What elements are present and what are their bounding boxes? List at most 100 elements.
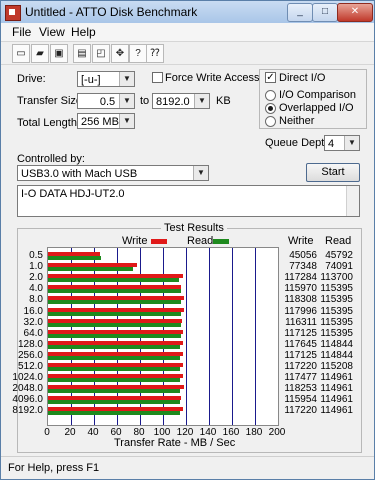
x-tick-label: 180: [245, 427, 263, 438]
x-tick-label: 0: [44, 427, 50, 438]
new-file-icon[interactable]: ▭: [12, 44, 30, 63]
read-bar: [48, 389, 180, 394]
transfer-size-label: 1024.0: [12, 372, 43, 384]
window-title: Untitled - ATTO Disk Benchmark: [25, 5, 198, 19]
controlled-by-select[interactable]: USB3.0 with Mach USB ▼: [17, 165, 209, 181]
write-value: 118308: [284, 294, 317, 306]
transfer-size-label: 2048.0: [12, 383, 43, 395]
chevron-down-icon: ▼: [119, 114, 134, 128]
app-icon: [5, 5, 21, 21]
chevron-down-icon: ▼: [119, 72, 134, 86]
context-help-icon[interactable]: ⁇: [146, 44, 164, 63]
transfer-from-value: 0.5: [99, 96, 116, 108]
transfer-size-label: 0.5: [29, 250, 43, 261]
read-bar: [48, 267, 133, 272]
status-bar: For Help, press F1: [1, 456, 374, 479]
menu-file[interactable]: File: [12, 25, 31, 39]
queue-depth-select[interactable]: 4 ▼: [324, 135, 360, 151]
total-length-value: 256 MB: [81, 116, 119, 128]
read-bar: [48, 278, 179, 283]
read-value: 114961: [320, 405, 353, 417]
test-results-title: Test Results: [161, 222, 227, 234]
read-column-header: Read: [325, 235, 352, 247]
controlled-by-value: USB3.0 with Mach USB: [21, 168, 138, 180]
print-preview-icon[interactable]: ◰: [92, 44, 110, 63]
read-bar: [48, 300, 181, 305]
maximize-button[interactable]: □: [312, 3, 338, 22]
to-label: to: [140, 95, 150, 107]
write-value: 116311: [285, 316, 317, 328]
chevron-down-icon: ▼: [193, 166, 208, 180]
read-value: 115395: [320, 316, 353, 328]
close-button[interactable]: ✕: [337, 3, 373, 22]
save-icon[interactable]: ▣: [50, 44, 68, 63]
x-tick-label: 200: [268, 427, 286, 438]
move-icon[interactable]: ✥: [111, 44, 129, 63]
legend-read-swatch: [213, 239, 229, 244]
read-bar: [48, 355, 180, 360]
read-bar: [48, 289, 181, 294]
x-tick-label: 20: [64, 427, 76, 438]
transfer-size-label: 8.0: [29, 294, 43, 306]
read-bar: [48, 311, 181, 316]
results-chart: [47, 247, 279, 426]
status-text: For Help, press F1: [8, 462, 100, 474]
write-value: 117125: [284, 327, 317, 339]
menu-view[interactable]: View: [39, 25, 65, 39]
direct-io-checkbox[interactable]: ✓: [265, 72, 276, 83]
total-length-select[interactable]: 256 MB ▼: [77, 113, 135, 129]
read-bar: [48, 322, 181, 327]
read-value: 114961: [320, 372, 353, 384]
read-bar: [48, 400, 180, 405]
chevron-down-icon: ▼: [344, 136, 359, 150]
read-value: 115395: [320, 305, 353, 317]
total-length-label: Total Length:: [17, 117, 80, 129]
write-value: 115954: [284, 394, 317, 406]
open-folder-icon[interactable]: ▰: [31, 44, 49, 63]
textarea-scrollbar[interactable]: [346, 186, 359, 216]
chevron-down-icon: ▼: [119, 94, 134, 108]
force-write-checkbox[interactable]: [152, 72, 163, 83]
minimize-button[interactable]: _: [287, 3, 313, 22]
start-button[interactable]: Start: [306, 163, 360, 182]
x-axis-label: Transfer Rate - MB / Sec: [114, 437, 236, 449]
read-value: 115208: [320, 361, 353, 372]
transfer-size-label: 64.0: [23, 327, 43, 339]
print-icon[interactable]: ▤: [73, 44, 91, 63]
legend-read-label: Read: [187, 235, 214, 247]
read-value: 115395: [320, 327, 353, 339]
transfer-size-from-select[interactable]: 0.5 ▼: [77, 93, 135, 109]
drive-label: Drive:: [17, 73, 46, 85]
read-value: 113700: [320, 272, 353, 284]
io-comparison-radio[interactable]: [265, 90, 276, 101]
x-tick-label: 40: [87, 427, 99, 438]
write-value: 117996: [284, 305, 317, 317]
read-bar: [48, 378, 180, 383]
help-icon[interactable]: ?: [129, 44, 147, 63]
legend-write-label: Write: [122, 235, 148, 247]
transfer-size-label: 4.0: [29, 283, 43, 295]
write-value: 117220: [284, 361, 317, 372]
kb-label: KB: [216, 95, 231, 107]
grid-line: [186, 248, 187, 425]
transfer-size-label: 16.0: [23, 305, 43, 317]
menu-help[interactable]: Help: [71, 25, 96, 39]
read-value: 115395: [320, 294, 353, 306]
write-value: 77348: [289, 261, 317, 273]
transfer-size-label: Transfer Size:: [17, 95, 86, 107]
transfer-size-label: 4096.0: [12, 394, 43, 406]
drive-value: [-u-]: [81, 74, 101, 86]
transfer-size-label: 128.0: [17, 338, 43, 350]
overlapped-io-radio[interactable]: [265, 103, 276, 114]
write-value: 117645: [284, 338, 317, 350]
description-textarea[interactable]: I-O DATA HDJ-UT2.0: [17, 185, 360, 217]
neither-radio[interactable]: [265, 116, 276, 127]
drive-select[interactable]: [-u-] ▼: [77, 71, 135, 87]
read-bar: [48, 367, 180, 371]
read-value: 115395: [320, 283, 353, 295]
read-value: 114844: [320, 349, 353, 361]
transfer-size-to-select[interactable]: 8192.0 ▼: [152, 93, 210, 109]
overlapped-io-label: Overlapped I/O: [279, 102, 354, 114]
read-bar: [48, 256, 101, 260]
write-value: 117125: [284, 349, 317, 361]
